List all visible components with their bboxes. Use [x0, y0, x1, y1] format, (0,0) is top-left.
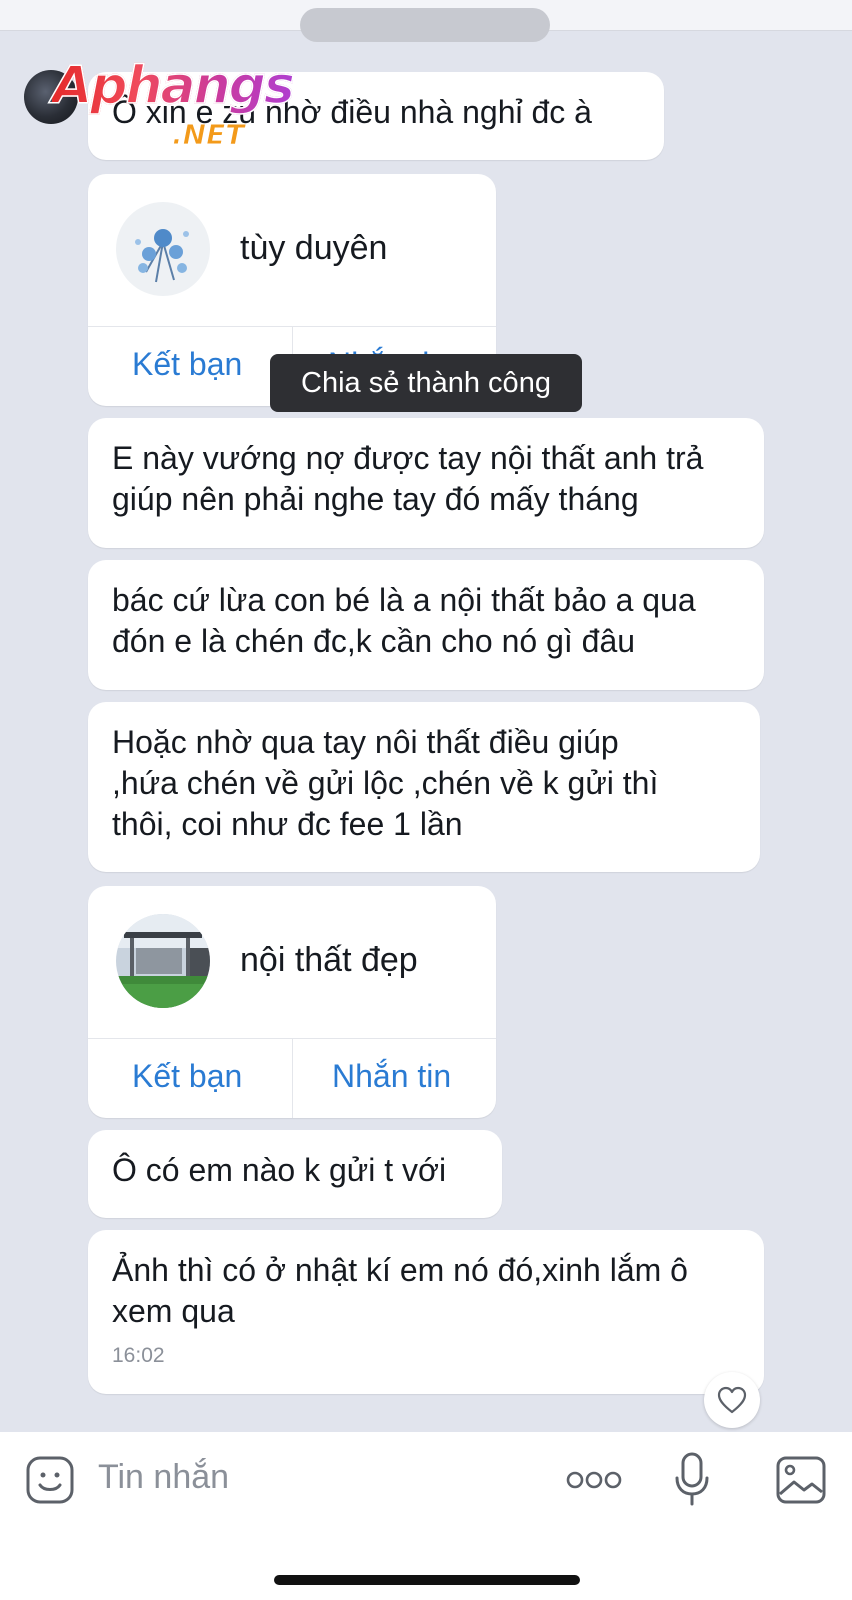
message-composer: Tin nhắn — [0, 1432, 852, 1600]
logo-brand-text: Aphangs — [51, 55, 295, 117]
microphone-icon[interactable] — [674, 1452, 710, 1508]
message-bubble[interactable]: E này vướng nợ được tay nội thất anh trả… — [88, 418, 764, 548]
more-options-icon[interactable] — [566, 1470, 622, 1490]
message-text: Ô có em nào k gửi t với — [112, 1152, 447, 1188]
message-text: E này vướng nợ được tay nội thất anh trả… — [112, 440, 713, 517]
date-separator-pill — [300, 8, 550, 42]
message-text: Ảnh thì có ở nhật kí em nó đó,xinh lắm ô… — [112, 1252, 697, 1329]
message-text: Hoặc nhờ qua tay nôi thất điều giúp ,hứa… — [112, 724, 668, 842]
add-friend-button[interactable]: Kết bạn — [132, 346, 242, 383]
message-bubble[interactable]: Ảnh thì có ở nhật kí em nó đó,xinh lắm ô… — [88, 1230, 764, 1394]
send-message-button[interactable]: Nhắn tin — [332, 1058, 451, 1095]
top-bar — [0, 0, 852, 42]
sticker-icon[interactable] — [26, 1456, 74, 1504]
contact-name: tùy duyên — [240, 229, 388, 267]
image-icon[interactable] — [776, 1456, 826, 1504]
home-indicator — [274, 1575, 580, 1585]
add-friend-button[interactable]: Kết bạn — [132, 1058, 242, 1095]
logo-suffix-text: .NET — [171, 118, 245, 152]
message-bubble[interactable]: Hoặc nhờ qua tay nôi thất điều giúp ,hứa… — [88, 702, 760, 872]
contact-avatar — [116, 914, 210, 1008]
message-timestamp: 16:02 — [112, 1344, 165, 1367]
heart-icon — [717, 1386, 747, 1414]
contact-card[interactable]: nội thất đẹp Kết bạn Nhắn tin — [88, 886, 496, 1118]
success-toast: Chia sẻ thành công — [270, 354, 582, 412]
message-text: bác cứ lừa con bé là a nội thất bảo a qu… — [112, 582, 705, 659]
watermark-logo: Aphangs .NET — [24, 55, 304, 152]
message-input[interactable]: Tin nhắn — [98, 1458, 229, 1497]
card-vertical-divider — [292, 1038, 293, 1118]
contact-avatar — [116, 202, 210, 296]
message-bubble[interactable]: Ô có em nào k gửi t với — [88, 1130, 502, 1218]
react-heart-button[interactable] — [704, 1372, 760, 1428]
message-bubble[interactable]: bác cứ lừa con bé là a nội thất bảo a qu… — [88, 560, 764, 690]
contact-name: nội thất đẹp — [240, 941, 418, 979]
